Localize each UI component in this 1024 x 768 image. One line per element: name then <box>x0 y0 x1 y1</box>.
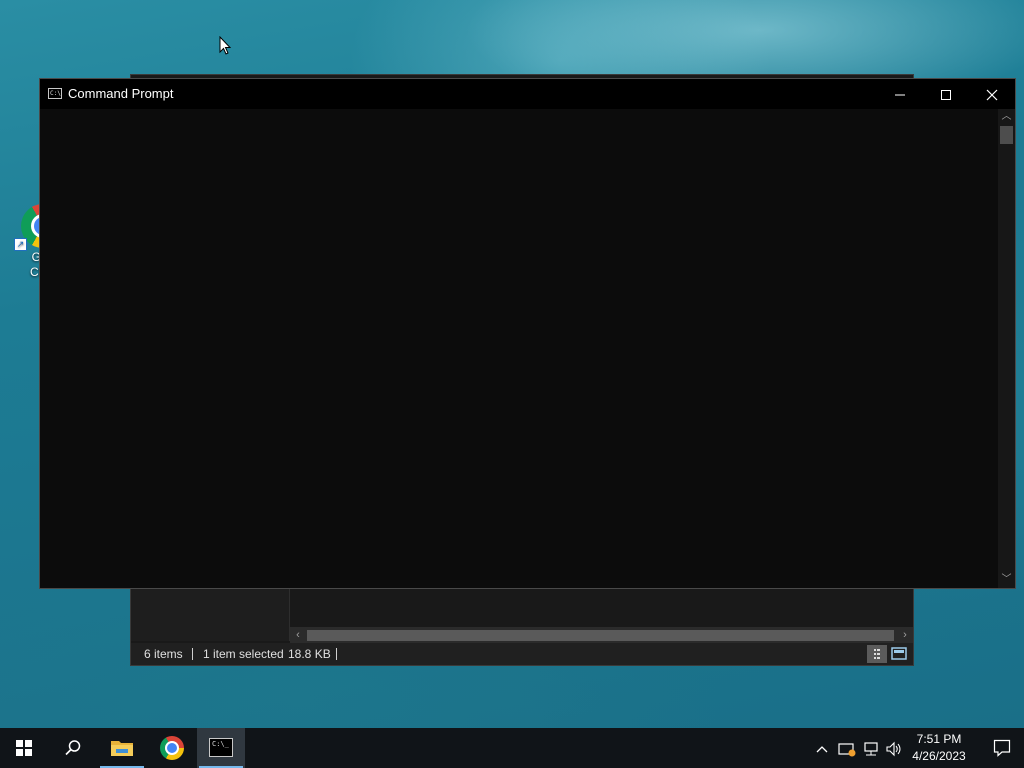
details-view-button[interactable] <box>867 645 887 663</box>
minimize-button[interactable] <box>877 79 923 109</box>
status-divider <box>336 648 337 660</box>
title-bar[interactable]: C:\ Command Prompt <box>40 79 1015 109</box>
vertical-scrollbar[interactable]: ︿ ﹀ <box>998 109 1015 588</box>
close-icon <box>986 89 998 101</box>
maximize-button[interactable] <box>923 79 969 109</box>
folder-icon <box>111 741 133 756</box>
cmd-icon: C:\ <box>48 88 62 99</box>
chevron-up-icon <box>816 745 828 753</box>
tray-update-button[interactable] <box>836 728 858 768</box>
windows-logo-icon <box>16 740 32 756</box>
status-selected-count: 1 item selected <box>203 647 284 661</box>
shortcut-arrow-icon: ↗ <box>14 238 27 251</box>
action-center-button[interactable] <box>980 728 1024 768</box>
large-icons-view-icon <box>891 647 907 660</box>
speaker-icon <box>886 741 901 756</box>
horizontal-scrollbar[interactable]: ‹ › <box>290 627 913 643</box>
start-button[interactable] <box>0 728 48 768</box>
window-title: Command Prompt <box>68 86 174 101</box>
cmd-icon: C:\_ <box>209 738 233 757</box>
scroll-left-icon[interactable]: ‹ <box>290 627 306 643</box>
windows-update-icon <box>838 742 856 757</box>
maximize-icon <box>941 90 951 101</box>
details-view-icon <box>874 649 880 659</box>
status-divider <box>192 648 193 660</box>
search-button[interactable] <box>48 728 96 768</box>
scrollbar-thumb[interactable] <box>307 630 894 641</box>
show-hidden-icons-button[interactable] <box>812 728 832 768</box>
status-selected-size: 18.8 KB <box>288 647 331 661</box>
console-area[interactable] <box>40 109 998 588</box>
search-icon <box>65 740 81 756</box>
close-button[interactable] <box>969 79 1015 109</box>
tray-volume-button[interactable] <box>884 728 904 768</box>
desktop: ↗ Goo Chro ‹ › 6 items 1 item selected 1… <box>0 0 1024 728</box>
clock-date: 4/26/2023 <box>912 749 966 763</box>
taskbar: C:\_ 7:51 PM 4/26/2023 <box>0 728 1024 768</box>
network-icon <box>864 741 878 756</box>
taskbar-command-prompt[interactable]: C:\_ <box>197 728 245 768</box>
taskbar-google-chrome[interactable] <box>148 728 196 768</box>
chrome-icon <box>160 736 184 760</box>
command-prompt-window[interactable]: C:\ Command Prompt ︿ ﹀ <box>39 78 1016 589</box>
clock-time: 7:51 PM <box>916 732 962 746</box>
status-item-count: 6 items <box>144 647 183 661</box>
notification-icon <box>993 739 1011 757</box>
navigation-pane[interactable] <box>131 589 290 641</box>
scroll-right-icon[interactable]: › <box>897 627 913 643</box>
scroll-up-icon[interactable]: ︿ <box>998 109 1015 125</box>
minimize-icon <box>895 94 905 96</box>
tray-network-button[interactable] <box>860 728 882 768</box>
taskbar-file-explorer[interactable] <box>98 728 146 768</box>
status-bar: 6 items 1 item selected 18.8 KB <box>131 643 913 665</box>
scrollbar-thumb[interactable] <box>1000 126 1013 144</box>
large-icons-view-button[interactable] <box>889 645 909 663</box>
scroll-down-icon[interactable]: ﹀ <box>998 572 1015 588</box>
taskbar-clock[interactable]: 7:51 PM 4/26/2023 <box>904 731 974 765</box>
